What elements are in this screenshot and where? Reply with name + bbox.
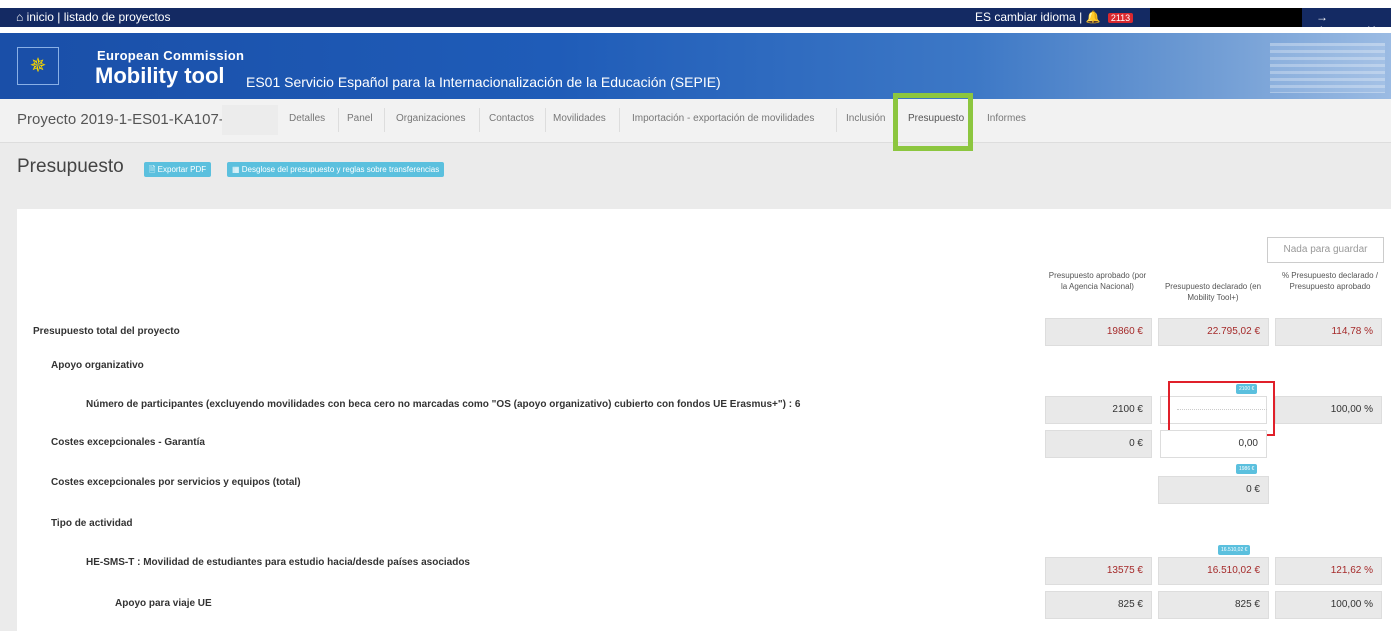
top-bar-left: ⌂ inicio | listado de proyectos bbox=[16, 10, 170, 24]
header-banner: ✵ European Commission Mobility tool ES01… bbox=[0, 33, 1391, 99]
row-participants-label: Número de participantes (excluyendo movi… bbox=[86, 399, 801, 410]
tab-divider bbox=[836, 108, 837, 132]
travel-declared-cell: 825 € bbox=[1158, 591, 1269, 619]
change-language-link[interactable]: cambiar idioma bbox=[994, 10, 1075, 24]
highlight-box bbox=[1168, 381, 1275, 436]
row-org-support-label: Apoyo organizativo bbox=[51, 360, 144, 371]
participants-approved-cell: 2100 € bbox=[1045, 396, 1152, 424]
hesms-declared-cell: 16.510,02 € bbox=[1158, 557, 1269, 585]
pdf-icon: 🗎 bbox=[149, 165, 158, 174]
tab-inclusion[interactable]: Inclusión bbox=[846, 113, 885, 124]
active-tab-highlight bbox=[893, 93, 973, 151]
participants-pct-cell: 100,00 % bbox=[1275, 396, 1382, 424]
tab-informes[interactable]: Informes bbox=[987, 113, 1026, 124]
mobility-tool-title: Mobility tool bbox=[95, 63, 225, 88]
eu-stars-icon: ✵ bbox=[29, 55, 47, 77]
project-nav: Proyecto 2019-1-ES01-KA107- Detalles Pan… bbox=[0, 99, 1391, 143]
exceptional-declared-cell: 0 € bbox=[1158, 476, 1269, 504]
table-icon: ▦ bbox=[232, 165, 242, 174]
tab-divider bbox=[384, 108, 385, 132]
row-total-label: Presupuesto total del proyecto bbox=[33, 326, 180, 337]
col-approved-header: Presupuesto aprobado (por la Agencia Nac… bbox=[1048, 271, 1147, 291]
tab-organizaciones[interactable]: Organizaciones bbox=[396, 113, 465, 124]
row-guarantee-label: Costes excepcionales - Garantía bbox=[51, 437, 205, 448]
notification-badge[interactable]: 2113 bbox=[1107, 13, 1134, 23]
tab-contactos[interactable]: Contactos bbox=[489, 113, 534, 124]
hesms-tag: 16.510,02 € bbox=[1218, 545, 1251, 555]
row-exceptional-label: Costes excepcionales por servicios y equ… bbox=[51, 477, 301, 488]
project-id-redacted bbox=[222, 105, 278, 135]
total-approved-cell: 19860 € bbox=[1045, 318, 1152, 346]
tab-movilidades[interactable]: Movilidades bbox=[553, 113, 606, 124]
travel-pct-cell: 100,00 % bbox=[1275, 591, 1382, 619]
col-pct-header: % Presupuesto declarado / Presupuesto ap… bbox=[1281, 271, 1379, 291]
hesms-pct-cell: 121,62 % bbox=[1275, 557, 1382, 585]
tab-divider bbox=[338, 108, 339, 132]
hesms-approved-cell: 13575 € bbox=[1045, 557, 1152, 585]
eu-flag-logo: ✵ bbox=[17, 47, 59, 85]
export-pdf-button[interactable]: 🗎 Exportar PDF bbox=[144, 162, 212, 177]
total-pct-cell: 114,78 % bbox=[1275, 318, 1382, 346]
redacted-area bbox=[1150, 8, 1302, 27]
page-title: Presupuesto bbox=[17, 156, 124, 177]
tab-divider bbox=[545, 108, 546, 132]
ec-label: European Commission bbox=[97, 48, 245, 63]
project-title: Proyecto 2019-1-ES01-KA107- bbox=[17, 111, 224, 128]
col-declared-header: Presupuesto declarado (en Mobility Tool+… bbox=[1164, 282, 1262, 302]
save-button[interactable]: Nada para guardar bbox=[1267, 237, 1384, 263]
top-bar: ⌂ inicio | listado de proyectos ES cambi… bbox=[0, 0, 1391, 38]
row-travel-label: Apoyo para viaje UE bbox=[115, 598, 212, 609]
building-image bbox=[1270, 43, 1385, 93]
guarantee-declared-input[interactable]: 0,00 bbox=[1160, 430, 1267, 458]
language-code: ES bbox=[975, 10, 992, 24]
agency-name: ES01 Servicio Español para la Internacio… bbox=[246, 74, 721, 90]
home-link[interactable]: ⌂ inicio bbox=[16, 10, 54, 24]
top-bar-right: ES cambiar idioma | 🔔 2113 bbox=[975, 10, 1134, 24]
project-list-link[interactable]: listado de proyectos bbox=[64, 10, 171, 24]
tab-divider bbox=[479, 108, 480, 132]
tab-detalles[interactable]: Detalles bbox=[289, 113, 325, 124]
bell-icon[interactable]: 🔔 bbox=[1086, 10, 1101, 24]
row-hesms-label: HE-SMS-T : Movilidad de estudiantes para… bbox=[86, 557, 470, 568]
export-pdf-label: Exportar PDF bbox=[157, 165, 207, 174]
travel-approved-cell: 825 € bbox=[1045, 591, 1152, 619]
tab-importacion[interactable]: Importación - exportación de movilidades bbox=[632, 113, 814, 124]
guarantee-approved-cell: 0 € bbox=[1045, 430, 1152, 458]
budget-breakdown-button[interactable]: ▦ Desglose del presupuesto y reglas sobr… bbox=[227, 162, 445, 177]
tab-panel[interactable]: Panel bbox=[347, 113, 373, 124]
total-declared-cell: 22.795,02 € bbox=[1158, 318, 1269, 346]
exceptional-tag: 1986 € bbox=[1236, 464, 1258, 474]
budget-breakdown-label: Desglose del presupuesto y reglas sobre … bbox=[241, 165, 440, 174]
row-activity-type-label: Tipo de actividad bbox=[51, 518, 133, 529]
tab-divider bbox=[619, 108, 620, 132]
